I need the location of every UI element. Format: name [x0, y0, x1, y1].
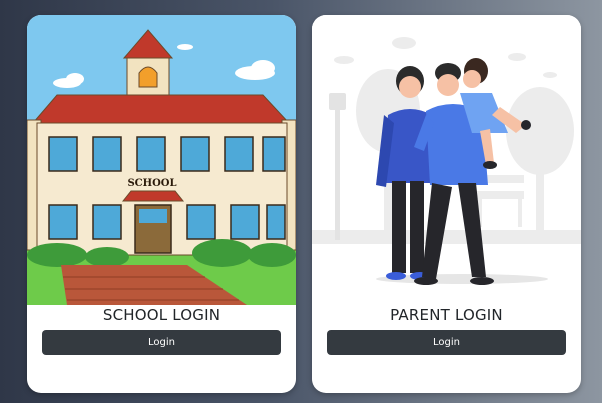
school-login-card: SCHOOL SCHOOL LOGIN Login: [27, 15, 296, 393]
school-login-title: SCHOOL LOGIN: [102, 306, 221, 324]
parent-login-title: PARENT LOGIN: [390, 306, 503, 324]
parent-illustration: [312, 15, 581, 305]
school-login-button[interactable]: Login: [42, 330, 281, 355]
school-sign-text: SCHOOL: [127, 178, 176, 189]
parent-login-button[interactable]: Login: [327, 330, 566, 355]
school-illustration: SCHOOL: [27, 15, 296, 305]
parent-login-card: PARENT LOGIN Login: [312, 15, 581, 393]
